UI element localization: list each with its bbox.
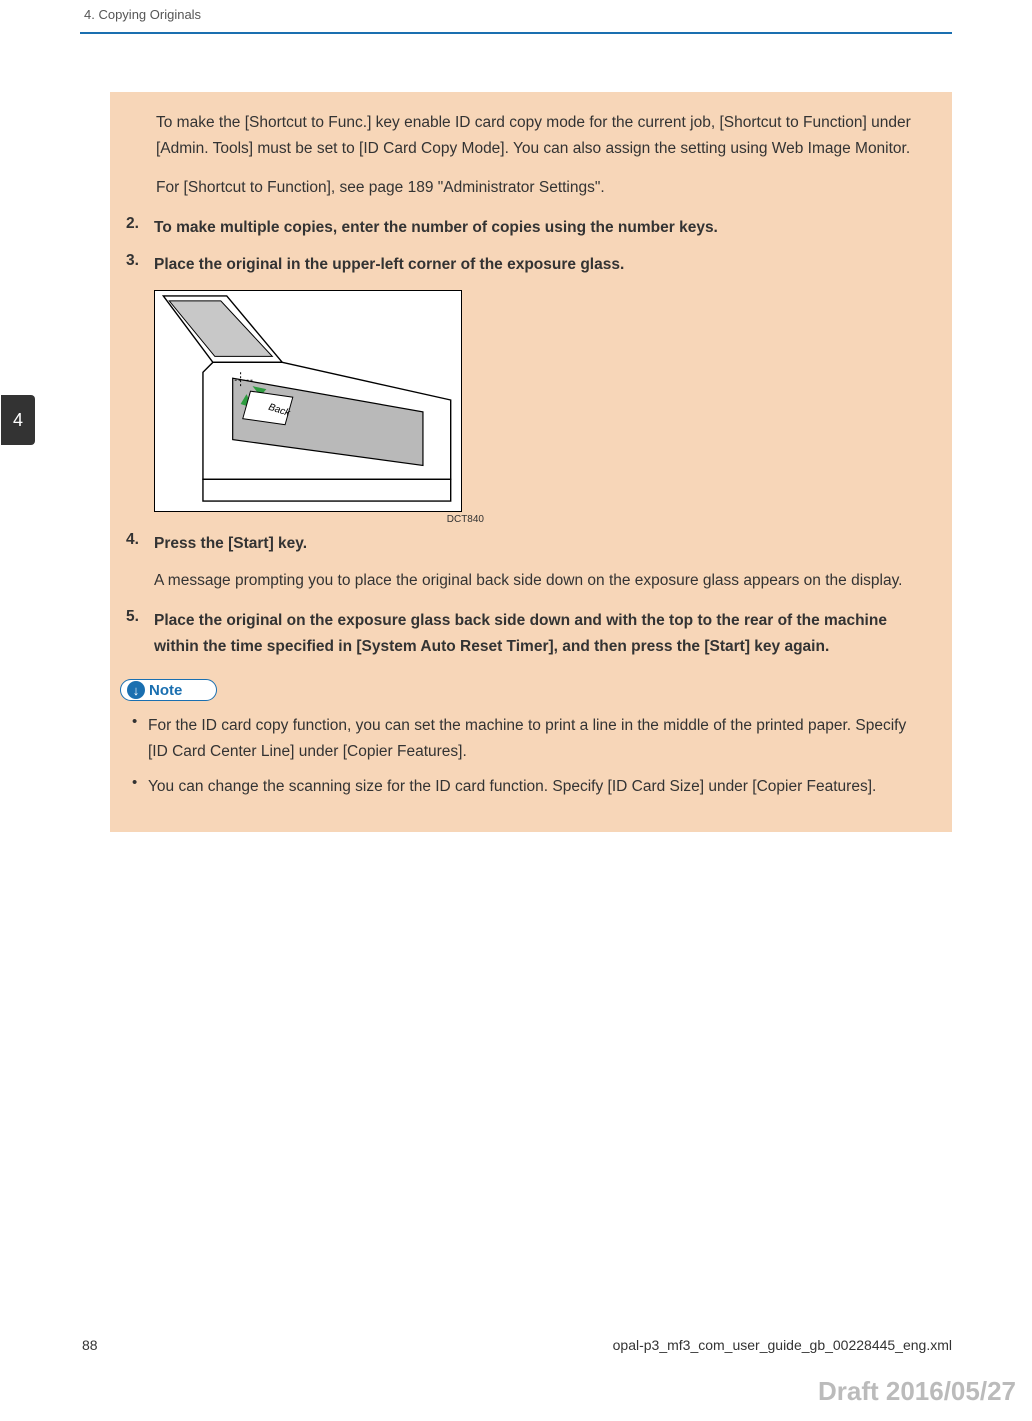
document-page: 4. Copying Originals 4 To make the [Shor… [0, 0, 1032, 1421]
draft-stamp: Draft 2016/05/27 [818, 1376, 1016, 1407]
intro-paragraph-2: For [Shortcut to Function], see page 189… [118, 175, 922, 201]
bullet-icon: • [132, 713, 148, 764]
step-5: 5. Place the original on the exposure gl… [118, 608, 922, 659]
figure-wrap: Back DCT840 [154, 290, 922, 525]
arrow-down-icon: ↓ [127, 681, 145, 699]
scanner-svg: Back [155, 291, 461, 511]
step-4: 4. Press the [Start] key. [118, 531, 922, 557]
chapter-tab: 4 [1, 395, 35, 445]
bullet-icon: • [132, 774, 148, 800]
note-bullet-2: • You can change the scanning size for t… [118, 774, 922, 800]
content-block: To make the [Shortcut to Func.] key enab… [110, 92, 952, 832]
step-text: Place the original on the exposure glass… [154, 608, 922, 659]
step-text: Press the [Start] key. [154, 531, 307, 557]
page-footer: 88 opal-p3_mf3_com_user_guide_gb_0022844… [0, 1337, 1032, 1353]
bullet-text: You can change the scanning size for the… [148, 774, 876, 800]
note-bullet-1: • For the ID card copy function, you can… [118, 713, 922, 764]
step-number: 3. [126, 252, 154, 278]
chapter-header: 4. Copying Originals [0, 0, 1032, 32]
step-number: 4. [126, 531, 154, 557]
note-text: Note [149, 682, 182, 699]
source-file: opal-p3_mf3_com_user_guide_gb_00228445_e… [613, 1337, 952, 1353]
step-3: 3. Place the original in the upper-left … [118, 252, 922, 278]
step-number: 2. [126, 215, 154, 241]
step-text: Place the original in the upper-left cor… [154, 252, 624, 278]
intro-paragraph-1: To make the [Shortcut to Func.] key enab… [118, 110, 922, 161]
bullet-text: For the ID card copy function, you can s… [148, 713, 922, 764]
step-2: 2. To make multiple copies, enter the nu… [118, 215, 922, 241]
header-rule [80, 32, 952, 34]
figure-caption: DCT840 [154, 514, 484, 525]
note-label: ↓ Note [120, 679, 217, 701]
step-text: To make multiple copies, enter the numbe… [154, 215, 718, 241]
scanner-illustration: Back [154, 290, 462, 512]
step-4-body: A message prompting you to place the ori… [118, 568, 922, 594]
step-number: 5. [126, 608, 154, 659]
page-number: 88 [82, 1337, 98, 1353]
